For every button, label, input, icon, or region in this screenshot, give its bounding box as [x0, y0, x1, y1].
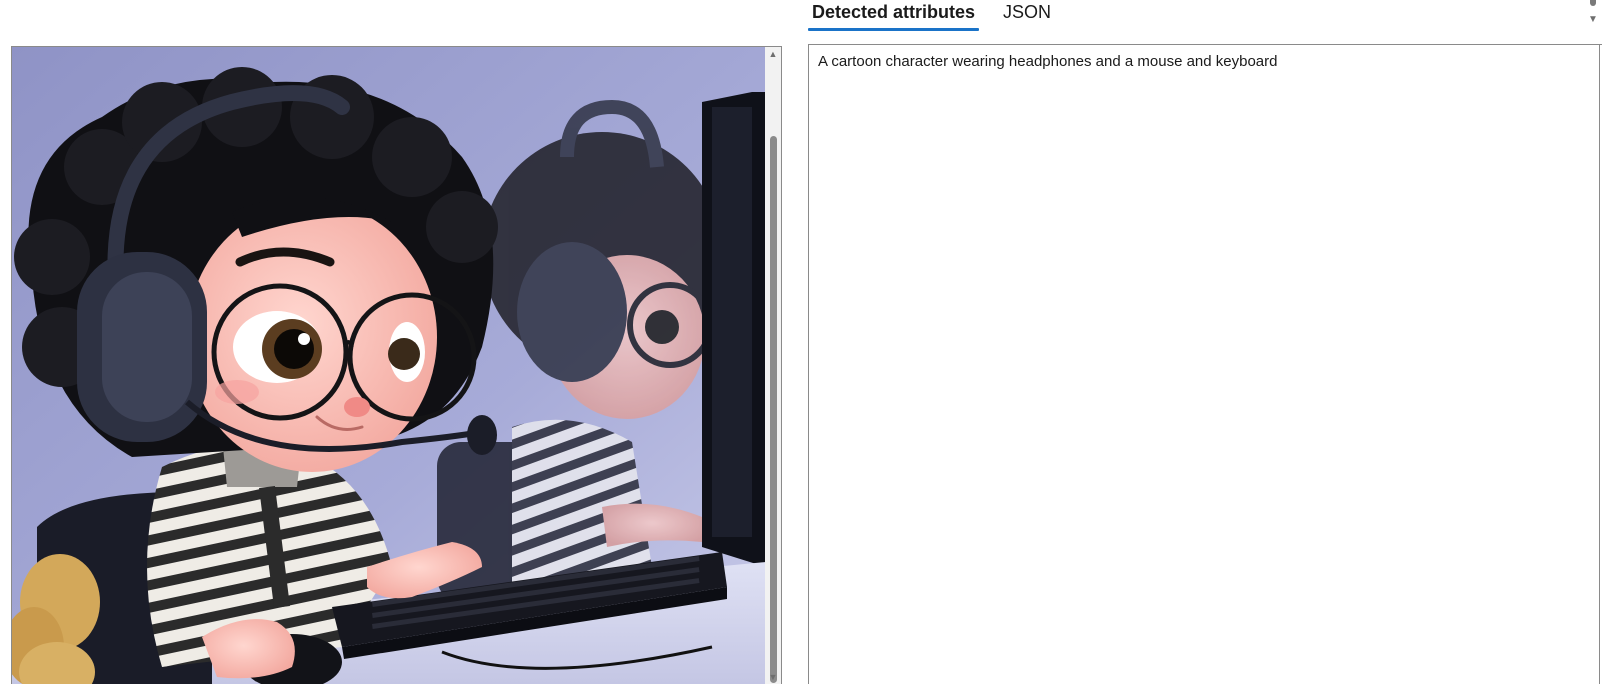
image-vertical-scrollbar[interactable]: ▲ ▼	[765, 47, 781, 684]
page-scrollbar-thumb[interactable]	[1590, 0, 1596, 6]
scroll-up-arrow-icon[interactable]: ▲	[765, 47, 781, 61]
result-tabs: Detected attributes JSON	[808, 0, 1075, 34]
page-scroll-down-arrow-icon[interactable]: ▼	[1584, 14, 1602, 26]
image-preview-panel: ▲ ▼	[11, 46, 782, 684]
page-scrollbar[interactable]: ▼	[1584, 0, 1602, 30]
caption-text: A cartoon character wearing headphones a…	[818, 53, 1278, 70]
tab-detected-attributes[interactable]: Detected attributes	[808, 0, 980, 34]
tab-json[interactable]: JSON	[999, 0, 1055, 34]
scrollbar-thumb[interactable]	[770, 136, 777, 683]
output-box-border	[1599, 45, 1600, 684]
attributes-output-box[interactable]: A cartoon character wearing headphones a…	[808, 44, 1602, 684]
analyzed-image	[12, 47, 766, 684]
scroll-down-arrow-icon[interactable]: ▼	[765, 670, 781, 684]
